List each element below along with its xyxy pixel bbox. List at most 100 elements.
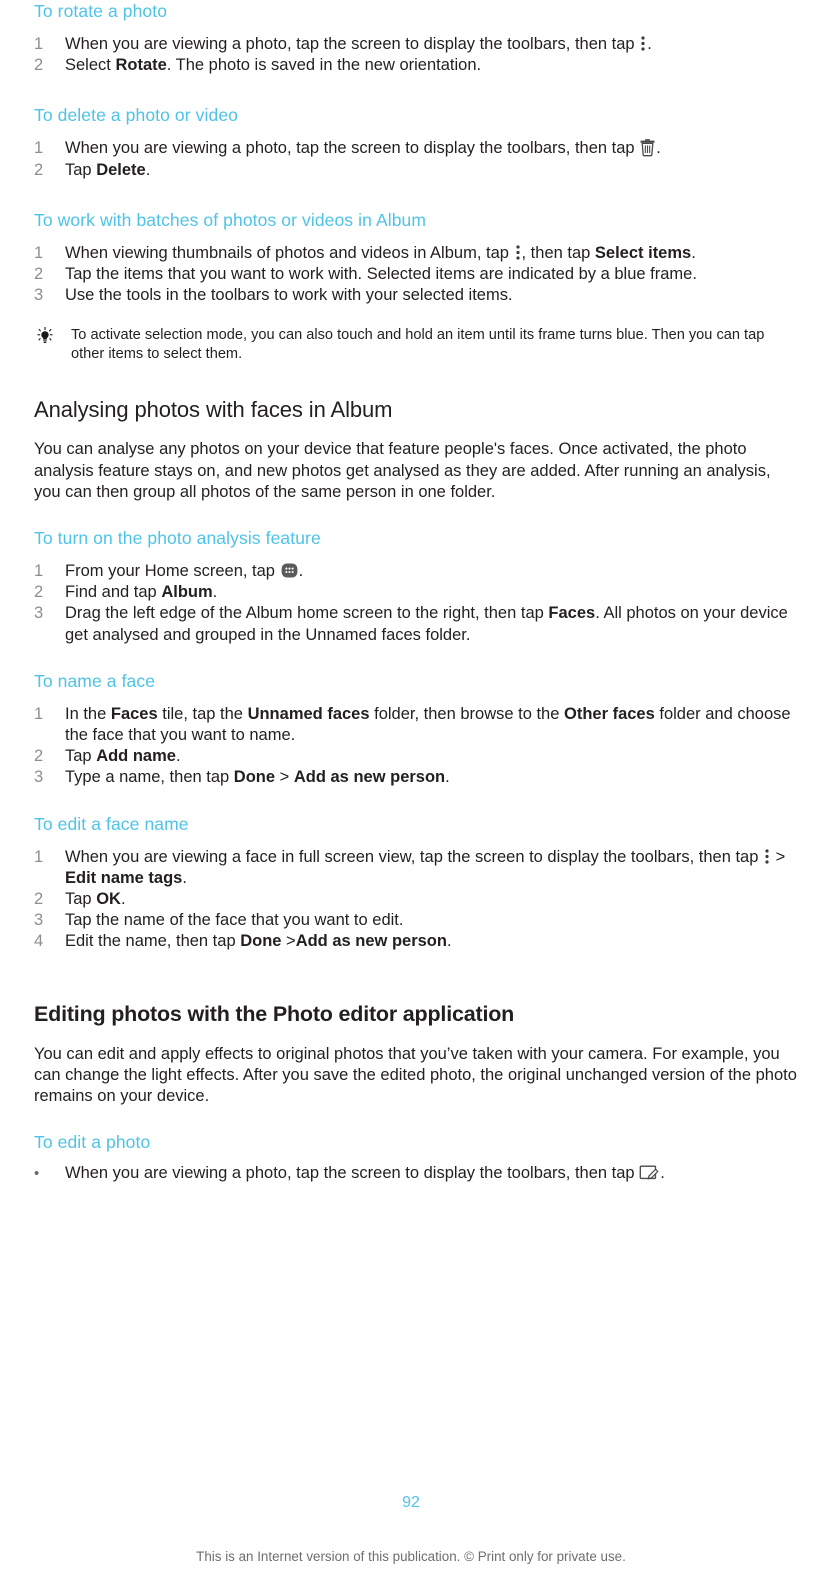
step-text-tail: . — [175, 747, 181, 766]
step-text: Tap the name of the face that you want t… — [65, 911, 404, 930]
step-text-mid: > — [275, 768, 294, 787]
tip-block: To activate selection mode, you can also… — [34, 326, 798, 364]
list-number: 3 — [34, 604, 44, 623]
step-text: Drag the left edge of the Album home scr… — [65, 604, 549, 623]
steps-list-photo-analysis: 1 From your Home screen, tap . 2 Find and … — [34, 561, 798, 646]
step-emphasis: Done — [240, 932, 282, 951]
step-text-tail: . — [656, 139, 661, 158]
step-emphasis-2: Unnamed faces — [247, 704, 370, 723]
step-emphasis-3: Other faces — [564, 704, 655, 723]
step-text-mid: > — [770, 847, 786, 866]
list-item: 1 When you are viewing a photo, tap the s… — [34, 34, 798, 55]
step-text-tail: . — [445, 768, 450, 787]
section-heading-batches: To work with batches of photos or videos… — [34, 209, 427, 230]
step-text-mid: , then tap — [521, 243, 595, 262]
list-number: 1 — [34, 35, 44, 53]
document-page: To rotate a photo 1 When you are viewing … — [0, 0, 822, 1590]
list-number: 2 — [34, 160, 44, 179]
step-emphasis: Faces — [110, 704, 158, 723]
step-emphasis: Edit name tags — [65, 868, 183, 887]
step-text: Tap — [65, 160, 97, 179]
list-number: 2 — [34, 583, 44, 602]
overflow-menu-icon — [640, 35, 646, 52]
chapter-intro-faces: You can analyse any photos on your devic… — [34, 440, 771, 501]
apps-grid-icon — [280, 561, 299, 580]
section-heading-photo-analysis: To turn on the photo analysis feature — [34, 528, 321, 549]
step-text: From your Home screen, tap — [65, 562, 280, 581]
step-emphasis-2: Add as new person — [295, 932, 447, 951]
section-heading-delete-photo: To delete a photo or video — [34, 105, 238, 126]
step-emphasis: Add name — [96, 747, 176, 766]
list-number: 2 — [34, 265, 44, 284]
step-text: Select — [65, 56, 116, 75]
step-emphasis: Delete — [96, 160, 146, 179]
steps-list-name-a-face: 1 In the Faces tile, tap the Unnamed face… — [34, 704, 798, 789]
tip-text: To activate selection mode, you can also… — [71, 327, 765, 363]
step-emphasis: Select items — [594, 243, 692, 262]
step-text-tail: . — [446, 932, 452, 951]
list-item: 3 Type a name, then tap Done > Add as new… — [34, 767, 798, 788]
step-text-mid-2: folder, then browse to the — [369, 704, 564, 723]
list-item: 2 Find and tap Album. — [34, 582, 798, 603]
step-emphasis: Rotate — [115, 56, 167, 75]
step-text: Tap the items that you want to work with… — [65, 265, 697, 284]
steps-list-edit-face-name: 1 When you are viewing a face in full scr… — [34, 847, 798, 953]
step-text-tail: . The photo is saved in the new orientat… — [166, 56, 482, 75]
steps-list-rotate-photo: 1 When you are viewing a photo, tap the s… — [34, 34, 798, 76]
list-item: 1 In the Faces tile, tap the Unnamed face… — [34, 704, 798, 746]
list-number: 2 — [34, 56, 44, 75]
step-emphasis: Faces — [548, 604, 596, 623]
step-emphasis: OK — [96, 890, 121, 909]
steps-list-batches: 1 When viewing thumbnails of photos and v… — [34, 243, 798, 307]
list-number: 2 — [34, 747, 44, 766]
section-heading-edit-a-photo: To edit a photo — [34, 1132, 151, 1153]
list-item: 1 When you are viewing a face in full scr… — [34, 847, 798, 889]
list-number: 3 — [34, 911, 44, 930]
chapter-title-photo-editor: Editing photos with the Photo editor app… — [34, 1001, 515, 1026]
overflow-menu-icon — [515, 244, 521, 261]
step-text: When you are viewing a face in full scre… — [65, 847, 763, 866]
list-number: 4 — [34, 932, 44, 951]
list-number: 1 — [34, 562, 44, 581]
list-item: 3 Tap the name of the face that you want … — [34, 910, 798, 931]
chapter-intro-photo-editor: You can edit and apply effects to origin… — [34, 1044, 797, 1106]
step-text-tail: . — [298, 562, 304, 581]
list-item: 3 Use the tools in the toolbars to work w… — [34, 285, 798, 306]
step-text-tail: . — [212, 583, 218, 602]
list-item: 2 Tap Delete. — [34, 160, 798, 181]
list-item: 2 Tap Add name. — [34, 746, 798, 767]
step-text-mid: tile, tap the — [157, 704, 248, 723]
list-number: 1 — [34, 243, 44, 262]
step-text: Tap — [65, 747, 97, 766]
section-heading-edit-face-name: To edit a face name — [34, 813, 189, 834]
step-text: Tap — [65, 890, 97, 909]
list-item: 1 When you are viewing a photo, tap the s… — [34, 138, 798, 159]
step-emphasis: Album — [161, 583, 213, 602]
section-heading-rotate-photo: To rotate a photo — [34, 1, 168, 21]
step-text-mid: > — [281, 932, 296, 951]
step-text: When you are viewing a photo, tap the sc… — [65, 35, 640, 53]
step-text-tail: . — [691, 243, 696, 262]
lightbulb-icon — [34, 327, 56, 346]
chapter-title-faces: Analysing photos with faces in Album — [34, 397, 393, 423]
list-bullet: • — [34, 1165, 40, 1183]
photo-edit-icon — [639, 1163, 660, 1182]
trash-icon — [639, 138, 656, 157]
step-text: Edit the name, then tap — [65, 932, 241, 951]
list-item: • When you are viewing a photo, tap the s… — [34, 1163, 798, 1184]
step-text: When you are viewing a photo, tap the sc… — [65, 1164, 640, 1183]
step-text-tail: . — [145, 160, 151, 179]
footer-note: This is an Internet version of this publ… — [196, 1549, 626, 1564]
step-text: In the — [65, 704, 111, 723]
list-number: 1 — [34, 704, 44, 723]
list-item: 2 Select Rotate. The photo is saved in th… — [34, 55, 798, 76]
step-text-tail: . — [120, 890, 126, 909]
list-item: 1 When viewing thumbnails of photos and v… — [34, 243, 798, 264]
list-number: 3 — [34, 286, 44, 305]
step-text: When viewing thumbnails of photos and vi… — [65, 243, 514, 262]
step-emphasis: Done — [233, 768, 276, 787]
list-number: 2 — [34, 890, 44, 909]
step-text-tail: . — [647, 35, 652, 53]
list-item: 1 From your Home screen, tap . — [34, 561, 798, 582]
step-text: Type a name, then tap — [65, 768, 234, 787]
